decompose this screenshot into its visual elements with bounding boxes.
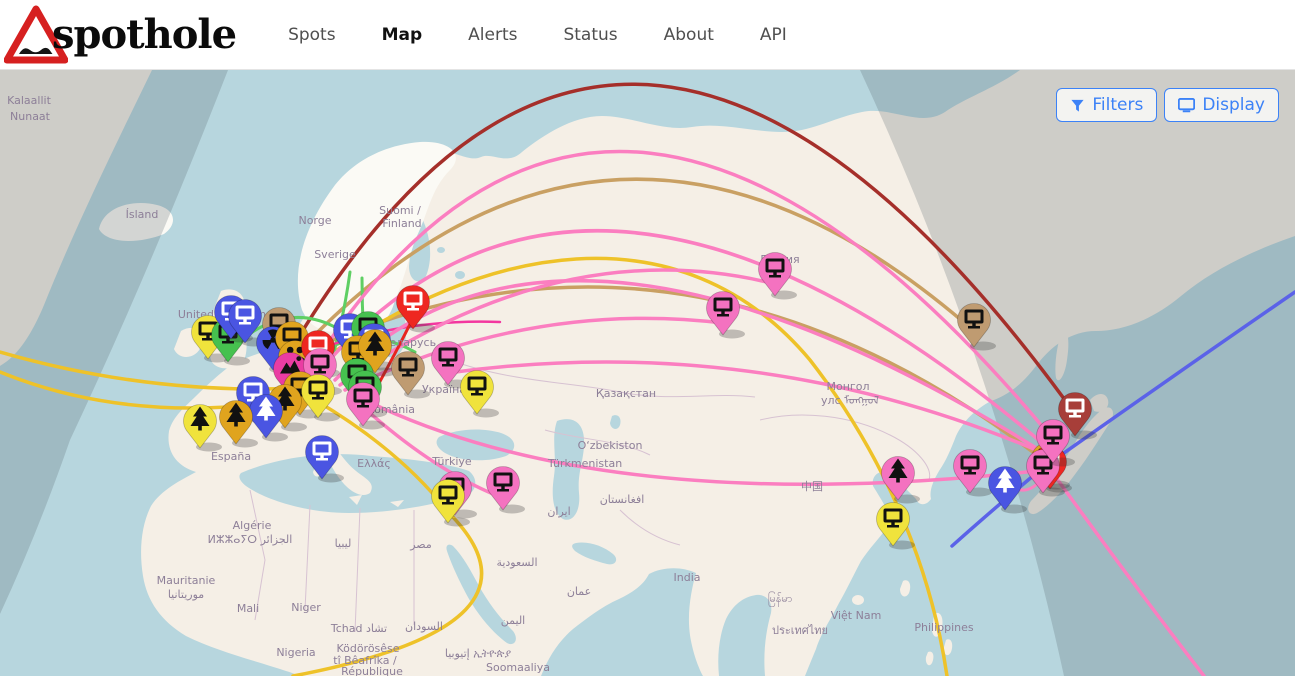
map-label: Việt Nam xyxy=(831,609,882,622)
nav-item-alerts[interactable]: Alerts xyxy=(468,25,517,45)
map-label: ايران xyxy=(547,505,570,518)
map-label: ليبيا xyxy=(335,537,352,550)
map-label: Монгол xyxy=(827,380,870,393)
nav-item-status[interactable]: Status xyxy=(563,25,617,45)
map-label: Philippines xyxy=(914,621,974,634)
map-label: ประเทศไทย xyxy=(772,624,828,637)
map-label: السعودية xyxy=(496,556,537,569)
map-label: إتيوبيا ኢትዮጵያ xyxy=(445,647,512,660)
display-monitor-icon xyxy=(1178,98,1195,113)
map-label: Ísland xyxy=(126,208,159,221)
map-label: 中国 xyxy=(801,480,823,493)
logo-text: spothole xyxy=(52,11,236,58)
nav-item-about[interactable]: About xyxy=(664,25,714,45)
app-logo[interactable]: spothole xyxy=(4,4,236,66)
map-label: India xyxy=(674,571,701,584)
map-label: Kalaallit xyxy=(7,94,51,107)
main-nav: Spots Map Alerts Status About API xyxy=(288,25,787,45)
nav-item-spots[interactable]: Spots xyxy=(288,25,336,45)
map-label: ⵍⵣⵣⴰⵢⵔ الجزائر xyxy=(208,533,293,546)
map-label: Norge xyxy=(298,214,331,227)
map-label: O‘zbekiston xyxy=(578,439,643,452)
map-label: улс ᠮᠣᠩᠭᠣᠯ xyxy=(821,394,879,407)
map-label: Mauritanie xyxy=(157,574,216,587)
map-label: افغانستان xyxy=(600,493,645,506)
map-label: Soomaaliya xyxy=(486,661,550,674)
map-label: Ελλάς xyxy=(357,457,391,470)
map-label: မြန်မာ xyxy=(768,591,793,607)
map-label: Niger xyxy=(291,601,321,614)
map-label: Қазақстан xyxy=(596,387,656,400)
map-label: Tchad تشاد xyxy=(330,622,387,635)
map-label: مصر xyxy=(409,538,432,551)
display-button-label: Display xyxy=(1202,95,1265,115)
filters-button[interactable]: Filters xyxy=(1056,88,1157,122)
map-canvas[interactable]: KalaallitNunaatÍslandUnited KingdomNorge… xyxy=(0,70,1295,676)
map-label: موريتانيا xyxy=(168,588,204,601)
map-label: Finland xyxy=(382,217,421,230)
map-label: République xyxy=(341,665,403,676)
filters-button-label: Filters xyxy=(1092,95,1143,115)
map-label: Algérie xyxy=(233,519,272,532)
nav-item-api[interactable]: API xyxy=(760,25,787,45)
map-label: Türkiye xyxy=(431,455,472,468)
map-label: Türkmenistan xyxy=(547,457,622,470)
map-label: Sverige xyxy=(314,248,356,261)
map-label: Suomi / xyxy=(379,204,421,217)
map-label: Nigeria xyxy=(276,646,315,659)
map-label: Nunaat xyxy=(10,110,51,123)
map-label: عمان xyxy=(567,585,591,598)
map-controls: Filters Display xyxy=(1056,88,1279,122)
app-header: spothole Spots Map Alerts Status About API xyxy=(0,0,1295,70)
map-label: السودان xyxy=(405,620,443,633)
world-map: KalaallitNunaatÍslandUnited KingdomNorge… xyxy=(0,70,1295,676)
display-button[interactable]: Display xyxy=(1164,88,1279,122)
map-label: España xyxy=(211,450,251,463)
filter-funnel-icon xyxy=(1070,98,1085,113)
nav-item-map[interactable]: Map xyxy=(382,25,423,45)
map-label: Mali xyxy=(237,602,259,615)
map-label: اليمن xyxy=(501,614,525,627)
